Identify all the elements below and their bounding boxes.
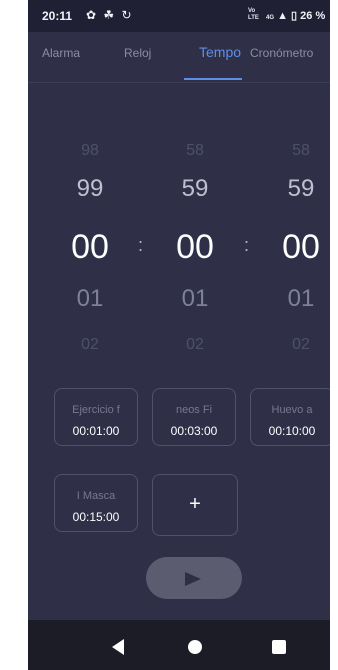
seconds-prev: 59 — [287, 175, 315, 202]
preset-name: I Masca — [76, 490, 116, 502]
preset-name: neos Fi — [175, 404, 213, 416]
preset-button-mascarilla[interactable]: I Masca 00:15:00 — [54, 474, 138, 532]
minutes-current: 00 — [176, 228, 214, 266]
minutes-far-next: 02 — [186, 336, 204, 353]
preset-button-huevo[interactable]: Huevo a 00:10:00 — [250, 388, 330, 446]
active-tab-indicator — [184, 78, 242, 80]
seconds-far-next: 02 — [292, 336, 310, 353]
seconds-next: 01 — [287, 285, 315, 312]
network-indicator: Vo LTE — [248, 8, 259, 22]
signal-icon: ▲ — [277, 10, 288, 22]
tab-cronometro[interactable]: Cronómetro — [250, 46, 313, 60]
tab-divider — [28, 82, 330, 83]
hours-far-next: 02 — [81, 336, 99, 353]
network-top-label: Vo — [248, 8, 256, 14]
back-icon[interactable] — [112, 639, 124, 655]
preset-name: Huevo a — [271, 404, 313, 416]
signal-label: 4G — [266, 15, 275, 21]
status-bar: 20:11 ✿ ☘ ↻ Vo LTE 4G ▲ ▯ 26 % — [28, 0, 330, 32]
recent-apps-icon[interactable] — [272, 640, 286, 654]
battery-percent: 26 % — [300, 10, 326, 22]
hours-prev: 99 — [76, 175, 104, 202]
battery-icon: ▯ — [291, 10, 298, 22]
play-icon — [185, 572, 201, 586]
phone-screen: 20:11 ✿ ☘ ↻ Vo LTE 4G ▲ ▯ 26 % Alarma Re… — [28, 0, 330, 670]
hours-next: 01 — [76, 285, 104, 312]
preset-name: Ejercicio f — [72, 404, 120, 416]
tab-bar: Alarma Reloj Tempo Cronómetro — [28, 32, 330, 80]
minutes-next: 01 — [181, 285, 209, 312]
preset-time: 00:01:00 — [72, 424, 120, 438]
status-time: 20:11 — [42, 9, 73, 23]
home-icon[interactable] — [188, 640, 202, 654]
battery-status: 4G ▲ ▯ 26 % — [266, 9, 325, 22]
seconds-current: 00 — [282, 228, 320, 266]
preset-button-ejercicio[interactable]: Ejercicio f 00:01:00 — [54, 388, 138, 446]
hours-far-prev: 98 — [81, 142, 99, 159]
notification-icons: ✿ ☘ ↻ — [86, 8, 134, 22]
start-button[interactable] — [146, 557, 242, 599]
tab-reloj[interactable]: Reloj — [124, 46, 151, 60]
minutes-prev: 59 — [181, 175, 209, 202]
network-bottom-label: LTE — [248, 15, 259, 21]
preset-time: 00:15:00 — [72, 510, 120, 524]
preset-time: 00:10:00 — [268, 424, 316, 438]
colon-separator: : — [138, 235, 144, 255]
navigation-bar — [28, 620, 330, 670]
minutes-far-prev: 58 — [186, 142, 204, 159]
tab-alarma[interactable]: Alarma — [42, 46, 80, 60]
preset-button-fideos[interactable]: neos Fi 00:03:00 — [152, 388, 236, 446]
colon-separator: : — [244, 235, 250, 255]
preset-time: 00:03:00 — [170, 424, 218, 438]
seconds-far-prev: 58 — [292, 142, 310, 159]
add-preset-button[interactable]: + — [152, 474, 238, 536]
tab-tempo[interactable]: Tempo — [199, 44, 241, 60]
hours-current: 00 — [71, 228, 109, 266]
